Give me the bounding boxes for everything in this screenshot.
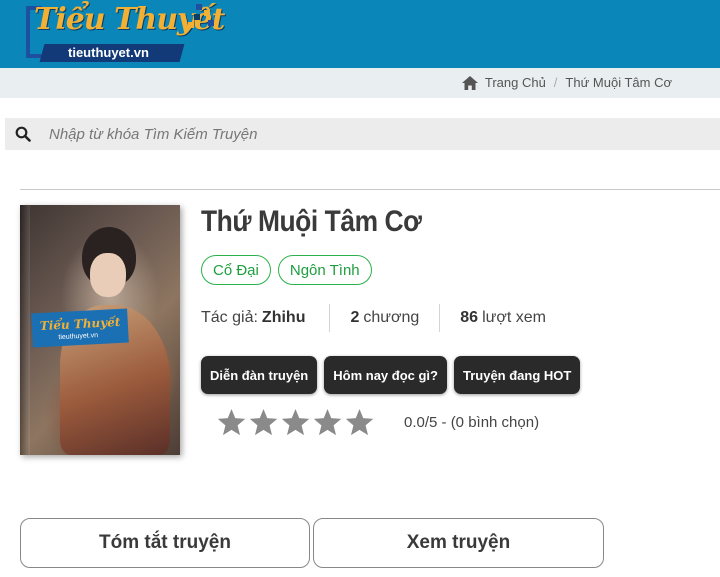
genre-tags: Cổ Đại Ngôn Tình [201,255,372,285]
logo-domain: tieuthuyet.vn [68,45,149,60]
genre-tag-ngon-tinh[interactable]: Ngôn Tình [277,255,372,285]
star-icon[interactable] [344,407,375,438]
section-divider [20,189,720,190]
chapter-count: 2 chương [330,304,441,332]
cover-spine [20,205,30,455]
star-icon[interactable] [312,407,343,438]
rating-summary: 0.0/5 - (0 bình chọn) [404,414,540,431]
content-tabs: Tóm tắt truyện Xem truyện [20,518,604,568]
star-icon[interactable] [248,407,279,438]
book-cover-image[interactable]: Tiểu Thuyết tieuthuyet.vn [20,205,180,455]
forum-button[interactable]: Diễn đàn truyện [201,356,318,394]
quick-links: Diễn đàn truyện Hôm nay đọc gì? Truyện đ… [201,356,581,394]
star-icon[interactable] [280,407,311,438]
chapter-count-value: 2 [350,309,360,326]
rating: 0.0/5 - (0 bình chọn) [216,407,539,438]
breadcrumb: Trang Chủ / Thứ Muội Tâm Cơ [461,75,672,90]
book-title: Thứ Muội Tâm Cơ [201,205,422,238]
view-count-label: lượt xem [482,309,546,326]
book-meta: Tác giả: Zhihu 2 chương 86 lượt xem [201,304,566,332]
rating-stars [216,407,375,438]
view-count-value: 86 [460,309,479,326]
search-input[interactable] [49,119,720,149]
breadcrumb-separator: / [553,75,558,90]
cover-logo-domain: tieuthuyet.vn [58,332,99,342]
cover-logo-badge: Tiểu Thuyết tieuthuyet.vn [31,308,129,348]
genre-tag-co-dai[interactable]: Cổ Đại [201,255,271,285]
star-icon[interactable] [216,407,247,438]
breadcrumb-home-link[interactable]: Trang Chủ [485,75,546,90]
cover-logo-text: Tiểu Thuyết [39,314,121,334]
author-info: Tác giả: Zhihu [201,304,331,332]
cover-figure-face [90,253,126,297]
home-icon[interactable] [461,75,478,90]
search-icon[interactable] [15,126,31,142]
breadcrumb-bar: Trang Chủ / Thứ Muội Tâm Cơ [0,68,720,98]
tab-summary[interactable]: Tóm tắt truyện [20,518,310,568]
author-label: Tác giả: [201,309,258,326]
breadcrumb-current[interactable]: Thứ Muội Tâm Cơ [565,75,672,90]
chapter-count-label: chương [363,309,420,326]
author-name[interactable]: Zhihu [262,309,306,327]
what-to-read-today-button[interactable]: Hôm nay đọc gì? [324,356,447,394]
search-bar [5,118,720,150]
tab-read-story[interactable]: Xem truyện [313,518,604,568]
view-count: 86 lượt xem [440,304,566,332]
site-header: Tiểu Thuyết tieuthuyet.vn [0,0,720,68]
logo-pixels-icon [186,4,216,30]
hot-stories-button[interactable]: Truyện đang HOT [453,356,581,394]
site-logo[interactable]: Tiểu Thuyết tieuthuyet.vn [22,0,225,68]
